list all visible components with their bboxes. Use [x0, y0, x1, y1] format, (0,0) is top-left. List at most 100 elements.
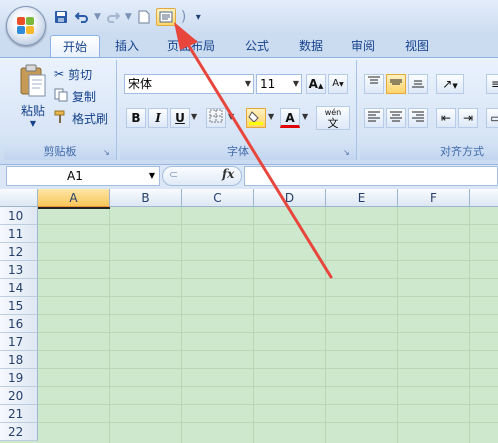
- select-all-corner[interactable]: [0, 189, 38, 207]
- office-button[interactable]: [6, 6, 46, 46]
- align-bottom-icon: [412, 80, 424, 88]
- font-name-dropdown-icon[interactable]: ▼: [245, 75, 251, 93]
- font-color-button[interactable]: A: [280, 108, 300, 128]
- column-header-d[interactable]: D: [254, 189, 326, 207]
- phonetic-guide-button[interactable]: wén 文: [316, 106, 350, 130]
- tab-home[interactable]: 开始: [50, 35, 100, 58]
- font-group-label: 字体: [120, 144, 356, 160]
- tab-insert[interactable]: 插入: [106, 35, 148, 57]
- name-box-value: A1: [67, 169, 83, 183]
- tab-review[interactable]: 审阅: [342, 35, 384, 57]
- row-header[interactable]: 16: [0, 315, 38, 333]
- wrap-text-icon: ≡: [490, 77, 498, 91]
- grid-line: [38, 224, 498, 225]
- column-header-a[interactable]: A: [38, 189, 110, 207]
- merge-center-button[interactable]: ▭: [486, 108, 498, 128]
- font-size-box[interactable]: 11 ▼: [256, 74, 302, 94]
- borders-icon: [209, 109, 223, 123]
- font-size-dropdown-icon[interactable]: ▼: [293, 75, 299, 93]
- worksheet-grid[interactable]: A B C D E F 10 11 12 13 14 15 16 17 18 1…: [0, 189, 498, 443]
- row-header[interactable]: 10: [0, 207, 38, 225]
- fill-color-dropdown-icon[interactable]: ▼: [268, 112, 274, 121]
- italic-button[interactable]: I: [148, 108, 168, 128]
- font-name-box[interactable]: 宋体 ▼: [124, 74, 254, 94]
- font-group: 宋体 ▼ 11 ▼ A▲ A▼ B I U ▼ ▼ ▼ A ▼ wén 文 字体…: [120, 60, 357, 160]
- grow-font-button[interactable]: A▲: [306, 74, 326, 94]
- redo-icon[interactable]: [104, 8, 122, 26]
- ribbon: 粘贴 ▼ ✂ 剪切 复制 格式刷 剪贴板 ↘ 宋体 ▼ 11 ▼ A▲ A▼ B…: [0, 57, 498, 165]
- undo-dropdown-icon[interactable]: ▼: [94, 12, 101, 22]
- align-left-button[interactable]: [364, 108, 384, 128]
- fill-bucket-icon: [248, 111, 263, 125]
- row-header[interactable]: 15: [0, 297, 38, 315]
- align-center-button[interactable]: [386, 108, 406, 128]
- decrease-indent-button[interactable]: ⇤: [436, 108, 456, 128]
- row-header[interactable]: 18: [0, 351, 38, 369]
- copy-button[interactable]: 复制: [54, 86, 96, 106]
- row-header[interactable]: 19: [0, 369, 38, 387]
- name-box[interactable]: A1 ▼: [6, 166, 160, 186]
- row-header[interactable]: 13: [0, 261, 38, 279]
- underline-button[interactable]: U: [170, 108, 190, 128]
- column-header-b[interactable]: B: [110, 189, 182, 207]
- paste-button[interactable]: 粘贴 ▼: [12, 64, 54, 140]
- font-dialog-launcher-icon[interactable]: ↘: [343, 148, 352, 157]
- font-color-dropdown-icon[interactable]: ▼: [302, 112, 308, 121]
- align-middle-icon: [390, 79, 402, 85]
- grow-font-arrow-icon: ▲: [317, 82, 324, 90]
- customize-qat-icon[interactable]: ▾: [189, 8, 207, 26]
- font-size-value: 11: [260, 77, 276, 91]
- grid-line: [38, 278, 498, 279]
- orientation-button[interactable]: ↗▼: [436, 74, 464, 94]
- print-preview-icon[interactable]: [155, 8, 176, 26]
- format-painter-icon: [54, 110, 68, 127]
- save-icon[interactable]: [52, 8, 70, 26]
- wrap-text-button[interactable]: ≡: [486, 74, 498, 94]
- decrease-indent-icon: ⇤: [440, 111, 452, 125]
- column-header-g[interactable]: [470, 189, 498, 207]
- expand-handle-icon: ⊂: [169, 168, 179, 181]
- tab-view[interactable]: 视图: [396, 35, 438, 57]
- bold-button[interactable]: B: [126, 108, 146, 128]
- fill-color-button[interactable]: [246, 108, 266, 128]
- grid-line: [38, 350, 498, 351]
- tab-data[interactable]: 数据: [290, 35, 332, 57]
- cut-button[interactable]: ✂ 剪切: [54, 64, 92, 84]
- clipboard-group-label: 剪贴板: [4, 144, 116, 160]
- insert-function-button[interactable]: fx: [222, 167, 234, 181]
- formula-input[interactable]: [244, 166, 498, 186]
- new-document-icon[interactable]: [135, 8, 153, 26]
- row-header[interactable]: 14: [0, 279, 38, 297]
- copy-icon: [54, 88, 68, 105]
- increase-indent-button[interactable]: ⇥: [458, 108, 478, 128]
- row-header[interactable]: 20: [0, 387, 38, 405]
- row-header[interactable]: 12: [0, 243, 38, 261]
- office-logo-icon: [17, 17, 35, 35]
- paste-label: 粘贴: [20, 104, 45, 118]
- tab-formulas[interactable]: 公式: [236, 35, 278, 57]
- tab-page-layout[interactable]: 页面布局: [160, 35, 222, 57]
- paste-dropdown-icon[interactable]: ▼: [12, 119, 54, 128]
- column-header-e[interactable]: E: [326, 189, 398, 207]
- align-bottom-button[interactable]: [408, 74, 428, 94]
- clipboard-dialog-launcher-icon[interactable]: ↘: [103, 148, 112, 157]
- shrink-font-button[interactable]: A▼: [328, 74, 348, 94]
- alignment-group: ↗▼ ≡ ⇤ ⇥ ▭ 对齐方式: [360, 60, 498, 160]
- column-header-f[interactable]: F: [398, 189, 470, 207]
- borders-button[interactable]: [206, 108, 226, 128]
- font-name-value: 宋体: [128, 77, 153, 91]
- align-right-button[interactable]: [408, 108, 428, 128]
- name-box-dropdown-icon[interactable]: ▼: [149, 167, 155, 185]
- row-header[interactable]: 21: [0, 405, 38, 423]
- format-painter-button[interactable]: 格式刷: [54, 108, 108, 128]
- row-header[interactable]: 22: [0, 423, 38, 441]
- undo-icon[interactable]: [73, 8, 91, 26]
- row-header[interactable]: 17: [0, 333, 38, 351]
- align-middle-button[interactable]: [386, 74, 406, 94]
- row-header[interactable]: 11: [0, 225, 38, 243]
- underline-dropdown-icon[interactable]: ▼: [191, 112, 197, 121]
- column-header-c[interactable]: C: [182, 189, 254, 207]
- redo-dropdown-icon[interactable]: ▼: [125, 12, 132, 22]
- borders-dropdown-icon[interactable]: ▼: [228, 112, 234, 121]
- align-top-button[interactable]: [364, 74, 384, 94]
